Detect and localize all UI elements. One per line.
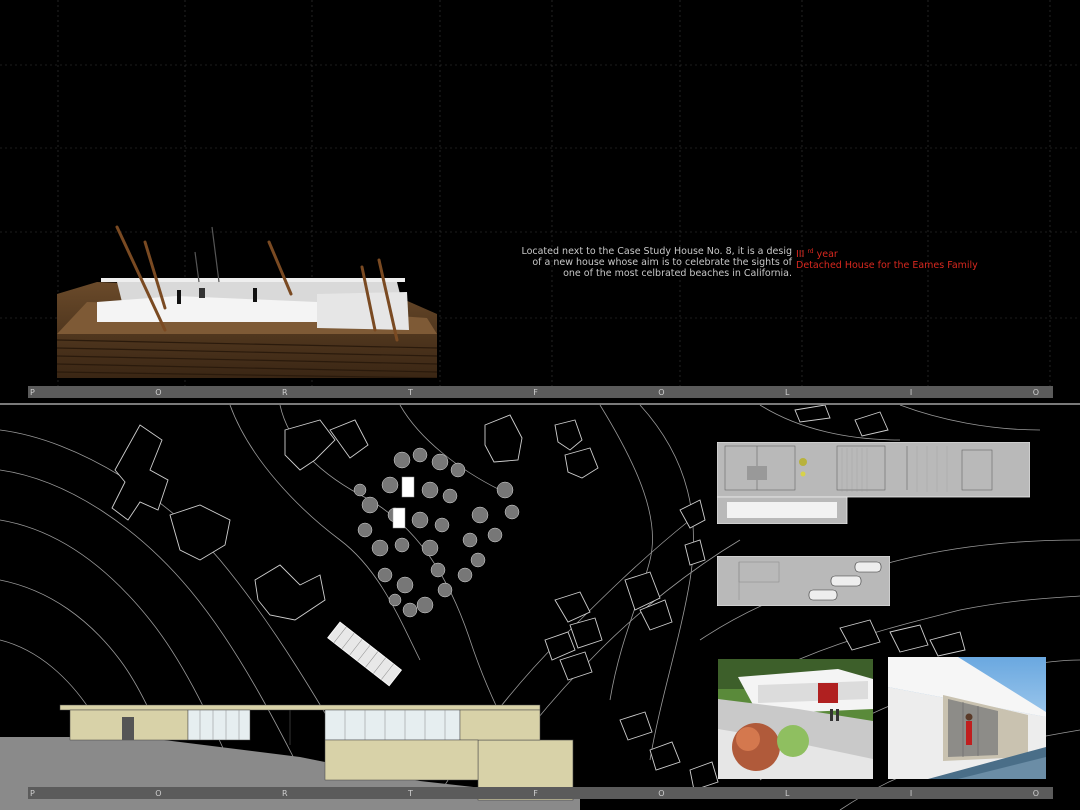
banner-letter: L bbox=[785, 788, 790, 798]
description-line: Located next to the Case Study House No.… bbox=[521, 246, 792, 257]
description-line: one of the most celbrated beaches in Cal… bbox=[563, 268, 792, 279]
banner-letter: P bbox=[30, 387, 35, 397]
banner-letter: P bbox=[30, 788, 35, 798]
banner-letter: I bbox=[909, 788, 913, 798]
project-title: Detached House for the Eames Family bbox=[796, 260, 978, 272]
banner-letter: T bbox=[407, 788, 413, 798]
banner-letter: I bbox=[909, 387, 913, 397]
banner-letter: O bbox=[658, 788, 665, 798]
description-line: of a new house whose aim is to celebrate… bbox=[532, 257, 792, 268]
banner-letter: T bbox=[407, 387, 413, 397]
model-photo bbox=[57, 225, 437, 378]
render-garden-view bbox=[718, 659, 873, 779]
banner-letter: O bbox=[155, 387, 162, 397]
floor-plan-upper bbox=[717, 442, 1030, 524]
project-description: Located next to the Case Study House No.… bbox=[470, 246, 792, 279]
render-pool-terrace bbox=[888, 657, 1046, 779]
banner-letter: O bbox=[1032, 387, 1039, 397]
banner-letter: O bbox=[1032, 788, 1039, 798]
portfolio-banner-top: P O R T F O L I O bbox=[28, 386, 1053, 398]
banner-letter: L bbox=[785, 387, 790, 397]
banner-letter: F bbox=[533, 387, 538, 397]
banner-letter: R bbox=[281, 788, 288, 798]
project-year: III rd year bbox=[796, 248, 838, 261]
banner-letter: O bbox=[155, 788, 162, 798]
portfolio-banner-bottom: P O R T F O L I O bbox=[28, 787, 1053, 799]
project-tag: III rd year Detached House for the Eames… bbox=[796, 246, 978, 271]
banner-letter: R bbox=[281, 387, 288, 397]
floor-plan-garage bbox=[717, 556, 890, 606]
banner-letter: F bbox=[533, 788, 538, 798]
banner-letter: O bbox=[658, 387, 665, 397]
